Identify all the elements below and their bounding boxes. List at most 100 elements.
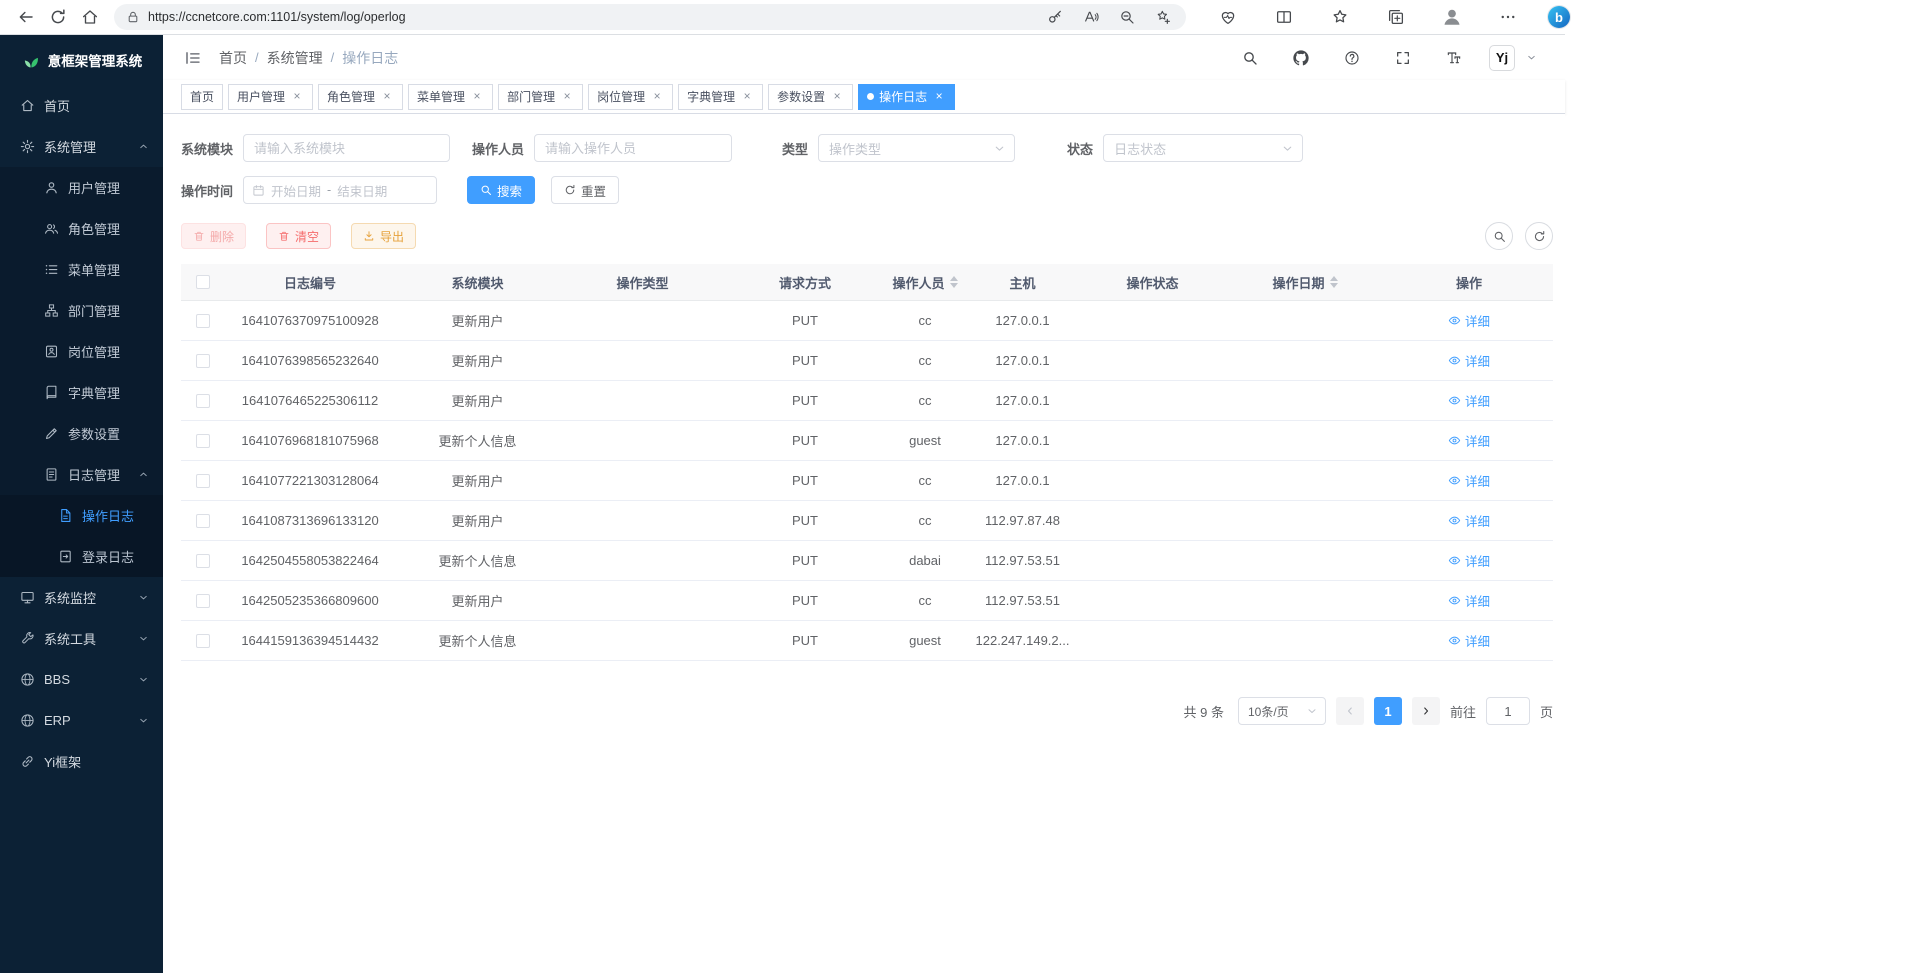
tab-label[interactable]: 部门管理: [507, 88, 555, 105]
fullscreen-button[interactable]: [1387, 44, 1419, 72]
tab-close-icon[interactable]: [380, 90, 394, 104]
tab-label[interactable]: 操作日志: [879, 88, 927, 105]
end-date-placeholder[interactable]: 结束日期: [337, 181, 387, 200]
bing-copilot-button[interactable]: b: [1548, 6, 1570, 28]
sidebar-item[interactable]: 登录日志: [0, 536, 163, 577]
tab-close-icon[interactable]: [740, 90, 754, 104]
sidebar-item[interactable]: 系统监控: [0, 577, 163, 618]
export-button[interactable]: 导出: [351, 223, 416, 249]
sidebar-item[interactable]: 菜单管理: [0, 249, 163, 290]
tab-label[interactable]: 用户管理: [237, 88, 285, 105]
select-all-checkbox[interactable]: [196, 275, 210, 289]
toggle-search-button[interactable]: [1485, 222, 1513, 250]
tab[interactable]: 字典管理: [678, 84, 763, 110]
tab-close-icon[interactable]: [470, 90, 484, 104]
type-select[interactable]: 操作类型: [818, 134, 1015, 162]
page-number-button[interactable]: 1: [1374, 697, 1402, 725]
module-input[interactable]: [243, 134, 450, 162]
chevron-down-icon[interactable]: [1526, 52, 1537, 63]
tab[interactable]: 角色管理: [318, 84, 403, 110]
detail-link[interactable]: 详细: [1448, 471, 1490, 490]
row-checkbox[interactable]: [196, 354, 210, 368]
tab-label[interactable]: 字典管理: [687, 88, 735, 105]
password-key-button[interactable]: [1044, 3, 1066, 31]
tab[interactable]: 用户管理: [228, 84, 313, 110]
tab[interactable]: 部门管理: [498, 84, 583, 110]
tab[interactable]: 操作日志: [858, 84, 955, 110]
header-search-button[interactable]: [1234, 44, 1266, 72]
browser-back-button[interactable]: [10, 3, 42, 31]
browser-home-button[interactable]: [74, 3, 106, 31]
row-checkbox[interactable]: [196, 314, 210, 328]
row-checkbox[interactable]: [196, 634, 210, 648]
reset-button[interactable]: 重置: [551, 176, 619, 204]
browser-essentials-button[interactable]: [1212, 3, 1244, 31]
tab[interactable]: 参数设置: [768, 84, 853, 110]
add-favorite-button[interactable]: [1152, 3, 1174, 31]
sort-carets[interactable]: [1330, 276, 1338, 288]
url-text[interactable]: https://ccnetcore.com:1101/system/log/op…: [148, 10, 1036, 24]
row-checkbox[interactable]: [196, 434, 210, 448]
collections-button[interactable]: [1380, 3, 1412, 31]
lock-icon[interactable]: [126, 10, 140, 24]
favorites-button[interactable]: [1324, 3, 1356, 31]
address-bar[interactable]: https://ccnetcore.com:1101/system/log/op…: [114, 4, 1186, 30]
breadcrumb-item[interactable]: / 操作日志: [331, 48, 399, 68]
sidebar-item[interactable]: 岗位管理: [0, 331, 163, 372]
tab-close-icon[interactable]: [830, 90, 844, 104]
row-checkbox[interactable]: [196, 474, 210, 488]
refresh-table-button[interactable]: [1525, 222, 1553, 250]
operator-input[interactable]: [534, 134, 732, 162]
next-page-button[interactable]: [1412, 697, 1440, 725]
sidebar-item[interactable]: 参数设置: [0, 413, 163, 454]
sidebar-item[interactable]: BBS: [0, 659, 163, 700]
detail-link[interactable]: 详细: [1448, 631, 1490, 650]
tab-close-icon[interactable]: [560, 90, 574, 104]
tab-label[interactable]: 岗位管理: [597, 88, 645, 105]
tab-close-icon[interactable]: [650, 90, 664, 104]
profile-avatar-button[interactable]: [1436, 3, 1468, 31]
prev-page-button[interactable]: [1336, 697, 1364, 725]
clear-button[interactable]: 清空: [266, 223, 331, 249]
tab-label[interactable]: 角色管理: [327, 88, 375, 105]
tab[interactable]: 岗位管理: [588, 84, 673, 110]
page-size-select[interactable]: 10条/页: [1238, 697, 1326, 725]
breadcrumb-item[interactable]: 首页: [219, 48, 247, 68]
sidebar-item[interactable]: ERP: [0, 700, 163, 741]
sidebar-item[interactable]: 用户管理: [0, 167, 163, 208]
tab[interactable]: 菜单管理: [408, 84, 493, 110]
sidebar-toggle-button[interactable]: [181, 46, 205, 70]
goto-page-input[interactable]: [1486, 697, 1530, 725]
read-aloud-button[interactable]: [1080, 3, 1102, 31]
tab-label[interactable]: 首页: [190, 88, 214, 105]
row-checkbox[interactable]: [196, 394, 210, 408]
date-range-picker[interactable]: 开始日期 - 结束日期: [243, 176, 437, 204]
detail-link[interactable]: 详细: [1448, 431, 1490, 450]
help-button[interactable]: [1336, 44, 1368, 72]
font-size-button[interactable]: [1438, 44, 1470, 72]
tab-close-icon[interactable]: [290, 90, 304, 104]
tab-label[interactable]: 参数设置: [777, 88, 825, 105]
sidebar-item[interactable]: 角色管理: [0, 208, 163, 249]
sidebar-item[interactable]: 操作日志: [0, 495, 163, 536]
row-checkbox[interactable]: [196, 594, 210, 608]
breadcrumb-item[interactable]: / 系统管理: [255, 48, 323, 68]
split-screen-button[interactable]: [1268, 3, 1300, 31]
sidebar-item[interactable]: 首页: [0, 85, 163, 126]
sort-carets[interactable]: [950, 276, 958, 288]
tab-label[interactable]: 菜单管理: [417, 88, 465, 105]
sidebar-item[interactable]: 系统管理: [0, 126, 163, 167]
status-select[interactable]: 日志状态: [1103, 134, 1303, 162]
detail-link[interactable]: 详细: [1448, 391, 1490, 410]
browser-refresh-button[interactable]: [42, 3, 74, 31]
sidebar-item[interactable]: 日志管理: [0, 454, 163, 495]
sidebar-item[interactable]: 系统工具: [0, 618, 163, 659]
row-checkbox[interactable]: [196, 554, 210, 568]
browser-settings-button[interactable]: [1492, 3, 1524, 31]
tab-close-icon[interactable]: [932, 90, 946, 104]
detail-link[interactable]: 详细: [1448, 311, 1490, 330]
sidebar-item[interactable]: 部门管理: [0, 290, 163, 331]
tab[interactable]: 首页: [181, 84, 223, 110]
sidebar-item[interactable]: 字典管理: [0, 372, 163, 413]
github-button[interactable]: [1285, 44, 1317, 72]
